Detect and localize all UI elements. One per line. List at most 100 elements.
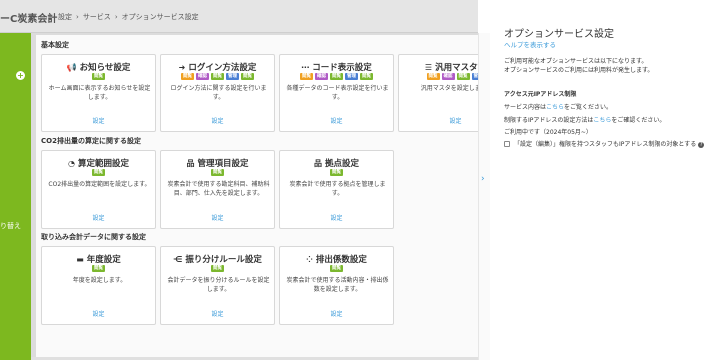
card-title: 品拠点設定	[280, 157, 393, 169]
permission-badge: 管理	[345, 73, 358, 80]
permission-badge: 閲覧	[211, 169, 224, 176]
option-service-panel: オプションサービス設定 ヘルプを表示する ご利用可能なオプションサービスは以下に…	[490, 0, 720, 360]
permission-badge: 閲覧	[330, 265, 343, 272]
status-text: ご利用中です（2024年05月~）	[504, 129, 592, 136]
intro-text-2: オプションサービスのご利用には利用料が発生します。	[504, 67, 654, 74]
setting-card[interactable]: ▬ 年度設定 閲覧年度を設定します。設定	[41, 246, 156, 325]
card-title: ▬ 年度設定	[42, 253, 155, 265]
breadcrumb: 設定 › サービス › オプションサービス設定	[58, 12, 199, 22]
card-title-text: 排出係数設定	[315, 255, 367, 265]
card-title-text: ログイン方法設定	[188, 63, 257, 73]
hierarchy-icon: 品	[186, 159, 195, 168]
header: ーC炭素会計 設定 › サービス › オプションサービス設定	[0, 0, 478, 33]
card-description: 会計データを振り分けるルールを設定します。	[167, 277, 270, 293]
setting-card[interactable]: 📢 お知らせ設定 閲覧ホーム画面に表示するお知らせを設定します。設定	[41, 54, 156, 132]
card-title-text: 振り分けルール設定	[185, 255, 262, 265]
staff-restriction-checkbox[interactable]	[504, 141, 510, 147]
sidebar-switch-label[interactable]: り替え	[0, 221, 21, 231]
card-settings-link[interactable]: 設定	[280, 213, 393, 222]
megaphone-icon: 📢	[66, 63, 77, 72]
badge-group: 閲覧	[280, 265, 393, 272]
permission-badge: 閲覧	[330, 169, 343, 176]
ip-restriction-option[interactable]: 「設定（編集）」権限を持つスタッフもIPアドレス制限の対象とする?	[504, 139, 705, 148]
setting-card[interactable]: ⁘ 排出係数設定 閲覧 炭素会計で使用する活動内容・排出係数を設定します。 設定	[279, 246, 394, 325]
card-settings-link[interactable]: 設定	[280, 309, 393, 318]
permission-badge: 確認	[315, 73, 328, 80]
setting-card[interactable]: ⋲ 振り分けルール設定 閲覧会計データを振り分けるルールを設定します。設定	[160, 246, 275, 325]
service-text: サービス内容はこちらをご覧ください。	[504, 102, 612, 111]
chevron-right-icon[interactable]: ›	[481, 174, 485, 184]
card-settings-link[interactable]: 設定	[42, 116, 155, 125]
card-description: 炭素会計で使用する拠点を管理します。	[289, 181, 386, 197]
card-title: 📢 お知らせ設定	[42, 61, 155, 73]
permission-badge: 確認	[196, 73, 209, 80]
permission-badge: 閲覧	[456, 73, 470, 80]
ip-link[interactable]: こちら	[593, 117, 611, 124]
app-window: ーC炭素会計 設定 › サービス › オプションサービス設定 + り替え 基本設定 📢 お知…	[0, 0, 720, 360]
badge-group: 閲覧	[42, 73, 155, 80]
setting-card[interactable]: ➜ ログイン方法設定 閲覧 確認 閲覧 管理 閲覧 ログイン方法に関する設定を行います。 設定	[160, 54, 275, 132]
plus-circle-icon[interactable]: +	[16, 71, 25, 80]
location-icon: 品	[313, 159, 322, 168]
setting-card[interactable]: ◔ 算定範囲設定 閲覧 CO2排出量の算定範囲を設定します。 設定	[41, 150, 156, 229]
card-description: ホーム画面に表示するお知らせを設定します。	[48, 85, 151, 101]
app-title[interactable]: ーC炭素会計	[0, 10, 57, 25]
permission-badge: 閲覧	[241, 73, 254, 80]
main-content: 基本設定 📢 お知らせ設定 閲覧 ホーム画面に表示するお知らせを設定します。 設定 ➜ ログイ…	[31, 33, 513, 360]
breadcrumb-settings[interactable]: 設定	[58, 13, 72, 21]
permission-badge: 閲覧	[92, 265, 105, 272]
card-description: ログイン方法に関する設定を行います。	[170, 85, 267, 101]
permission-badge: 閲覧	[92, 73, 105, 80]
calendar-icon: ▬	[76, 255, 84, 264]
intro-text-1: ご利用可能なオプションサービスは以下になります。	[504, 58, 648, 65]
permission-badge: 閲覧	[426, 73, 440, 80]
list-icon: ☰	[424, 63, 433, 72]
permission-badge: 閲覧	[181, 73, 194, 80]
ip-text: 制限するIPアドレスの設定方法はこちらをご確認ください。	[504, 115, 665, 124]
access-heading: アクセス元IPアドレス制限	[504, 91, 577, 98]
service-link[interactable]: こちら	[546, 104, 564, 111]
permission-badge: 管理	[226, 73, 239, 80]
help-link[interactable]: ヘルプを表示する	[504, 39, 556, 49]
badge-group: 閲覧	[161, 169, 274, 176]
pie-chart-icon: ◔	[68, 159, 75, 168]
breadcrumb-current: オプションサービス設定	[121, 13, 199, 21]
card-description: 炭素会計で使用する勘定科目、補助科目、部門、仕入先を設定します。	[167, 181, 270, 197]
login-icon: ➜	[178, 63, 186, 72]
permission-badge: 閲覧	[211, 265, 224, 272]
breadcrumb-service[interactable]: サービス	[83, 13, 111, 21]
permission-badge: 閲覧	[360, 73, 373, 80]
help-icon[interactable]: ?	[698, 142, 705, 148]
permission-badge: 閲覧	[300, 73, 313, 80]
card-title-text: 管理項目設定	[197, 159, 249, 169]
card-title: ⋲ 振り分けルール設定	[161, 253, 274, 265]
card-settings-link[interactable]: 設定	[161, 213, 274, 222]
chevron-right-icon: ›	[114, 13, 118, 21]
sidebar: + り替え	[0, 33, 31, 360]
card-title-text: コード表示設定	[312, 63, 372, 73]
card-title: 品管理項目設定	[161, 157, 274, 169]
setting-card[interactable]: 品管理項目設定 閲覧炭素会計で使用する勘定科目、補助科目、部門、仕入先を設定します…	[160, 150, 275, 229]
permission-badge: 閲覧	[211, 73, 224, 80]
setting-card[interactable]: 品拠点設定 閲覧炭素会計で使用する拠点を管理します。設定	[279, 150, 394, 229]
panel-collapse-bar[interactable]: ›	[478, 33, 490, 360]
permission-badge: 確認	[441, 73, 455, 80]
card-settings-link[interactable]: 設定	[280, 116, 393, 125]
setting-card[interactable]: ⋯ コード表示設定 閲覧 確認 閲覧 管理 閲覧 各種データのコード表示設定を行います。 設定	[279, 54, 394, 132]
card-title-text: 算定範囲設定	[77, 159, 129, 169]
section-title: CO2排出量の算定に関する設定	[41, 137, 141, 145]
service-text-prefix: サービス内容は	[504, 104, 547, 111]
grid-icon: ⁘	[306, 255, 313, 264]
badge-group: 閲覧	[161, 265, 274, 272]
badge-group: 閲覧	[42, 169, 155, 176]
ip-text-prefix: 制限するIPアドレスの設定方法は	[504, 117, 594, 124]
checkbox-label[interactable]: 「設定（編集）」権限を持つスタッフもIPアドレス制限の対象とする	[514, 141, 696, 148]
card-settings-link[interactable]: 設定	[42, 213, 155, 222]
permission-badge: 閲覧	[330, 73, 343, 80]
card-settings-link[interactable]: 設定	[161, 116, 274, 125]
card-settings-link[interactable]: 設定	[161, 309, 274, 318]
card-settings-link[interactable]: 設定	[42, 309, 155, 318]
card-title-text: お知らせ設定	[79, 63, 131, 73]
card-title: ◔ 算定範囲設定	[42, 157, 155, 169]
card-description: 年度を設定します。	[72, 277, 127, 284]
